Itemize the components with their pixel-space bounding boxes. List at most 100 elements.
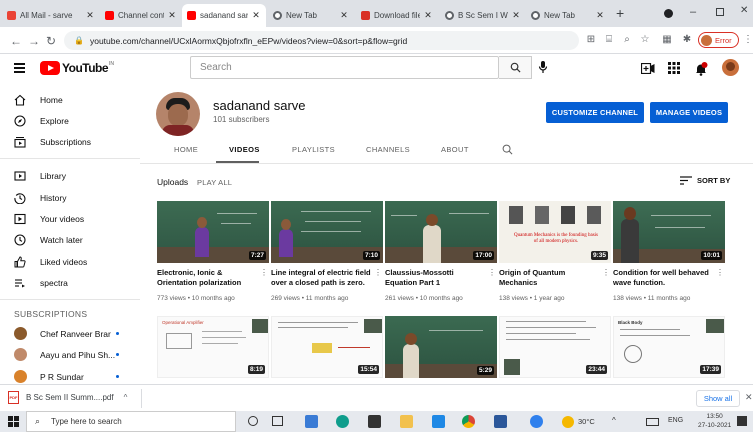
sidebar-item-history[interactable]: History — [0, 188, 140, 208]
download-item[interactable]: PDF B Sc Sem II Summ....pdf ^ — [8, 391, 127, 404]
edge-icon[interactable] — [336, 415, 349, 428]
video-menu-button[interactable]: ⋮ — [374, 268, 382, 277]
video-title[interactable]: Condition for well behaved wave function… — [613, 268, 719, 288]
close-icon[interactable]: ✕ — [595, 10, 605, 21]
menu-icon[interactable] — [14, 63, 25, 73]
sidebar-item-subscriptions[interactable]: Subscriptions — [0, 132, 140, 152]
close-window-button[interactable]: ✕ — [740, 5, 748, 16]
new-tab-button[interactable]: + — [616, 5, 624, 21]
tab-about[interactable]: ABOUT — [441, 145, 469, 154]
minimize-button[interactable]: – — [690, 6, 696, 18]
taskbar-search-input[interactable]: ⌕ Type here to search — [26, 411, 236, 432]
notifications-bell-icon[interactable] — [694, 62, 708, 76]
chrome-icon[interactable] — [462, 415, 475, 428]
browser-tab[interactable]: New Tab ✕ — [526, 4, 610, 27]
create-video-icon[interactable] — [641, 63, 655, 74]
reload-icon[interactable]: ↻ — [46, 34, 56, 48]
maximize-button[interactable] — [716, 8, 724, 16]
video-thumbnail[interactable]: 7:10 — [271, 201, 383, 263]
zoom-icon[interactable]: ⌕ — [620, 33, 634, 47]
clock[interactable]: 13:50 27-10-2021 — [698, 412, 731, 430]
sidebar-item-your-videos[interactable]: Your videos — [0, 209, 140, 229]
url-field[interactable]: 🔒 youtube.com/channel/UCxlAormxQbjofrxfl… — [64, 31, 579, 50]
task-view-icon[interactable] — [272, 416, 283, 426]
youtube-logo[interactable]: YouTube IN — [40, 61, 114, 75]
apps-grid-icon[interactable] — [668, 62, 680, 74]
back-icon[interactable]: ← — [10, 34, 22, 48]
forward-icon[interactable]: → — [28, 34, 40, 48]
video-title[interactable]: Line integral of electric field over a c… — [271, 268, 377, 288]
browser-tab[interactable]: Channel conten ✕ — [100, 4, 182, 27]
puzzle-icon[interactable]: ✱ — [680, 33, 694, 47]
meet-icon[interactable] — [305, 415, 318, 428]
video-thumbnail[interactable]: Black Body 17:39 — [613, 316, 725, 378]
profile-dot-icon[interactable] — [664, 9, 673, 18]
video-thumbnail[interactable]: 7:27 — [157, 201, 269, 263]
star-icon[interactable]: ☆ — [638, 33, 652, 47]
browser-tab-active[interactable]: sadanand sarve ✕ — [182, 4, 266, 27]
tab-videos[interactable]: VIDEOS — [229, 145, 260, 154]
video-menu-button[interactable]: ⋮ — [488, 268, 496, 277]
tab-home[interactable]: HOME — [174, 145, 198, 154]
photos-icon[interactable] — [432, 415, 445, 428]
word-icon[interactable] — [494, 415, 507, 428]
browser-tab[interactable]: B Sc Sem I Wri ✕ — [440, 4, 526, 27]
profile-error-button[interactable]: Error — [698, 32, 739, 48]
video-menu-button[interactable]: ⋮ — [716, 268, 724, 277]
video-thumbnail[interactable]: 23:44 — [499, 316, 611, 378]
browser-tab[interactable]: Download file ✕ — [356, 4, 438, 27]
video-thumbnail[interactable]: Quantum Mechanics is the founding basis … — [499, 201, 611, 263]
video-menu-button[interactable]: ⋮ — [602, 268, 610, 277]
tab-channels[interactable]: CHANNELS — [366, 145, 410, 154]
video-menu-button[interactable]: ⋮ — [260, 268, 268, 277]
play-all-button[interactable]: PLAY ALL — [197, 178, 232, 187]
install-icon[interactable]: ⊞ — [584, 33, 598, 47]
chevron-up-icon[interactable]: ^ — [124, 393, 128, 402]
video-thumbnail[interactable]: 15:54 — [271, 316, 383, 378]
video-title[interactable]: Electronic, Ionic & Orientation polariza… — [157, 268, 263, 288]
chevron-up-icon[interactable]: ^ — [612, 416, 616, 425]
close-icon[interactable]: ✕ — [423, 10, 433, 21]
customize-channel-button[interactable]: CUSTOMIZE CHANNEL — [546, 102, 644, 123]
browser-tab[interactable]: All Mail - sarve ✕ — [2, 4, 100, 27]
more-icon[interactable]: ⋮ — [741, 33, 753, 47]
close-icon[interactable]: ✕ — [251, 10, 261, 21]
language-indicator[interactable]: ENG — [668, 417, 683, 424]
video-thumbnail[interactable]: 5:29 — [385, 316, 497, 378]
sidebar-item-explore[interactable]: Explore — [0, 111, 140, 131]
keyboard-icon[interactable] — [646, 418, 659, 426]
channel-search-icon[interactable] — [502, 144, 513, 155]
close-icon[interactable]: ✕ — [339, 10, 349, 21]
store-icon[interactable] — [368, 415, 381, 428]
close-icon[interactable]: ✕ — [85, 10, 95, 21]
notification-center-icon[interactable] — [737, 416, 747, 426]
search-button[interactable] — [499, 56, 532, 79]
manage-videos-button[interactable]: MANAGE VIDEOS — [650, 102, 728, 123]
sidebar-item-watch-later[interactable]: Watch later — [0, 230, 140, 250]
windows-start-icon[interactable] — [8, 416, 19, 427]
sidebar-item-home[interactable]: Home — [0, 90, 140, 110]
sort-by-button[interactable]: SORT BY — [680, 176, 730, 185]
browser-tab[interactable]: New Tab ✕ — [268, 4, 354, 27]
folder-icon[interactable] — [400, 415, 413, 428]
account-avatar[interactable] — [722, 59, 739, 76]
video-thumbnail[interactable]: Operational Amplifier 8:19 — [157, 316, 269, 378]
show-all-button[interactable]: Show all — [696, 390, 740, 407]
video-thumbnail[interactable]: 17:00 — [385, 201, 497, 263]
close-icon[interactable]: ✕ — [511, 10, 521, 21]
weather-icon[interactable] — [562, 416, 574, 428]
translate-icon[interactable]: ⌸ — [602, 33, 616, 47]
tab-playlists[interactable]: PLAYLISTS — [292, 145, 335, 154]
cortana-icon[interactable] — [248, 416, 258, 426]
sidebar-item-spectra[interactable]: spectra — [0, 273, 140, 293]
sidebar-item-liked-videos[interactable]: Liked videos — [0, 252, 140, 272]
search-input[interactable]: Search — [190, 56, 499, 79]
video-thumbnail[interactable]: 10:01 — [613, 201, 725, 263]
close-downloads-icon[interactable]: ✕ — [745, 392, 753, 403]
close-icon[interactable]: ✕ — [167, 10, 177, 21]
help-icon[interactable] — [530, 415, 543, 428]
mic-icon[interactable] — [538, 60, 548, 74]
sidebar-item-library[interactable]: Library — [0, 166, 140, 186]
video-title[interactable]: Claussius-Mossotti Equation Part 1 — [385, 268, 491, 288]
video-title[interactable]: Origin of Quantum Mechanics — [499, 268, 605, 288]
